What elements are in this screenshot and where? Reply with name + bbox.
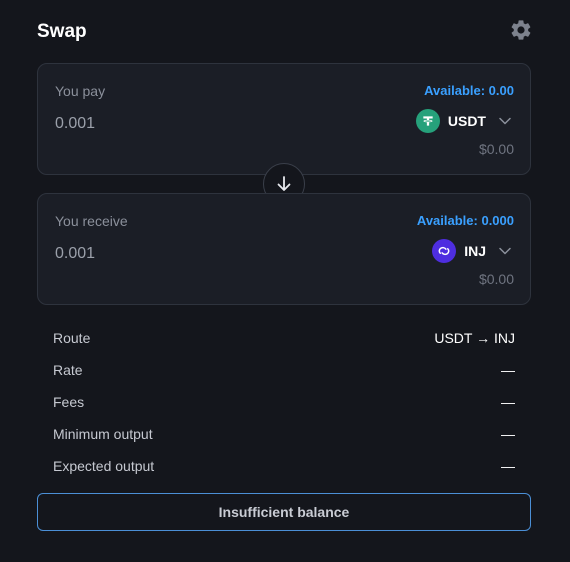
detail-value: — <box>501 426 515 442</box>
gear-icon[interactable] <box>509 18 533 42</box>
tether-icon <box>415 109 440 133</box>
detail-value: USDT → INJ <box>434 330 515 346</box>
receive-available[interactable]: Available: 0.000 <box>417 213 514 228</box>
receive-token-select[interactable]: INJ <box>432 238 512 264</box>
pay-usd-value: $0.00 <box>478 141 514 157</box>
detail-label: Route <box>53 330 91 346</box>
receive-amount-input[interactable]: 0.001 <box>55 245 255 263</box>
swap-details: Route USDT → INJ Rate — Fees — Minimum o… <box>53 322 515 482</box>
detail-value: — <box>501 362 515 378</box>
pay-token-symbol: USDT <box>447 113 486 129</box>
detail-label: Expected output <box>53 458 155 474</box>
pay-amount-input[interactable]: 0.001 <box>55 115 255 133</box>
detail-row-minimum-output: Minimum output — <box>53 418 515 450</box>
insufficient-balance-button[interactable]: Insufficient balance <box>37 493 531 531</box>
detail-value: — <box>501 394 515 410</box>
detail-row-rate: Rate — <box>53 354 515 386</box>
detail-value: — <box>501 458 515 474</box>
swap-panel: Swap You pay Available: 0.00 0.001 USDT … <box>0 0 570 562</box>
pay-available[interactable]: Available: 0.00 <box>424 83 514 98</box>
injective-icon <box>432 239 457 263</box>
receive-token-symbol: INJ <box>464 243 486 259</box>
detail-label: Minimum output <box>53 426 153 442</box>
detail-label: Fees <box>53 394 85 410</box>
receive-usd-value: $0.00 <box>478 271 514 287</box>
chevron-down-icon <box>498 244 512 258</box>
detail-row-expected-output: Expected output — <box>53 450 515 482</box>
chevron-down-icon <box>498 114 512 128</box>
detail-row-fees: Fees — <box>53 386 515 418</box>
detail-label: Rate <box>53 362 83 378</box>
pay-label: You pay <box>55 83 106 99</box>
detail-row-route: Route USDT → INJ <box>53 322 515 354</box>
receive-label: You receive <box>55 213 128 229</box>
arrow-down-icon <box>274 174 294 194</box>
pay-card: You pay Available: 0.00 0.001 USDT $0.00 <box>37 63 531 175</box>
page-title: Swap <box>37 21 87 42</box>
receive-card: You receive Available: 0.000 0.001 INJ $… <box>37 193 531 305</box>
pay-token-select[interactable]: USDT <box>415 108 512 134</box>
